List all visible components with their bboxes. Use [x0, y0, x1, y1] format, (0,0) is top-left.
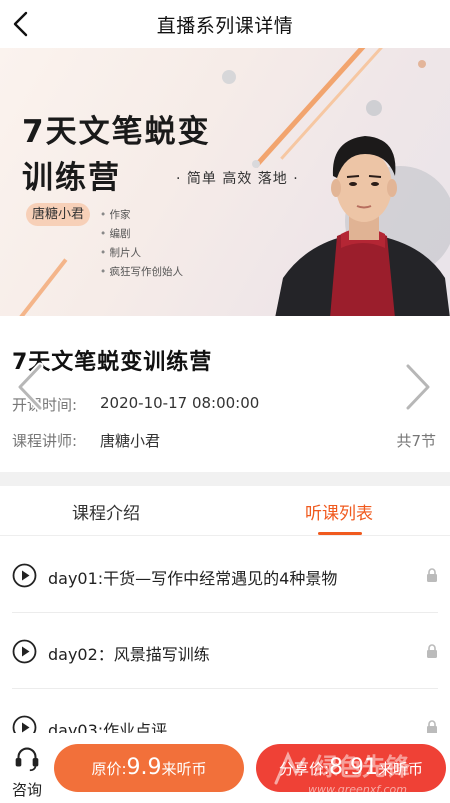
tab-bar: 课程介绍 听课列表 [0, 486, 450, 536]
lock-icon [427, 644, 437, 658]
banner-title-line2: 训练营 [22, 160, 121, 196]
consult-button[interactable]: 咨询 [4, 739, 50, 799]
teacher-label: 课程讲师: [12, 432, 78, 450]
play-icon [12, 563, 37, 588]
prev-arrow-icon[interactable] [12, 360, 48, 414]
active-tab-indicator [318, 532, 362, 535]
headset-icon [15, 747, 39, 772]
course-info: 7天文笔蜕变训练营 开课时间: 2020-10-17 08:00:00 课程讲师… [0, 316, 450, 472]
bottom-action-bar: 咨询 原价:9.9来听币 分享价:8.91来听币 [0, 733, 450, 803]
banner-role: 制片人 [100, 244, 183, 263]
banner-author-tag: 唐糖小君 [26, 203, 90, 226]
banner-role: 作家 [100, 206, 183, 225]
page-title: 直播系列课详情 [156, 15, 294, 37]
banner-author-roles: 作家 编剧 制片人 疯狂写作创始人 [100, 206, 184, 282]
buy-original-price-button[interactable]: 原价:9.9来听币 [54, 744, 244, 792]
top-nav-bar: 直播系列课详情 [0, 0, 450, 48]
section-divider [0, 472, 450, 486]
lock-icon [427, 568, 437, 582]
author-portrait [275, 136, 450, 316]
lesson-item[interactable]: day01:干货—写作中经常遇见的4种景物 [12, 537, 438, 613]
lesson-count: 共7节 [396, 432, 436, 450]
tab-lesson-list[interactable]: 听课列表 [305, 499, 373, 524]
banner-role: 编剧 [100, 225, 183, 244]
tab-course-intro[interactable]: 课程介绍 [72, 499, 140, 524]
share-price-button[interactable]: 分享价:8.91来听币 [256, 744, 446, 792]
course-banner: 7天文笔蜕变 训练营 · 简单 高效 落地 · 唐糖小君 作家 编剧 制片人 疯… [0, 48, 450, 316]
lesson-title: day02：风景描写训练 [48, 645, 210, 664]
lesson-item[interactable]: day02：风景描写训练 [12, 613, 438, 689]
lesson-list: day01:干货—写作中经常遇见的4种景物 day02：风景描写训练 day03… [0, 537, 450, 765]
lock-icon [427, 720, 437, 734]
banner-role: 疯狂写作创始人 [100, 263, 184, 282]
next-arrow-icon[interactable] [400, 360, 436, 414]
lesson-title: day01:干货—写作中经常遇见的4种景物 [48, 569, 338, 588]
banner-title-line1: 7天文笔蜕变 [22, 114, 211, 150]
teacher-value: 唐糖小君 [100, 432, 161, 450]
consult-label: 咨询 [11, 781, 42, 799]
play-icon [12, 639, 37, 664]
start-time-value: 2020-10-17 08:00:00 [100, 394, 260, 412]
